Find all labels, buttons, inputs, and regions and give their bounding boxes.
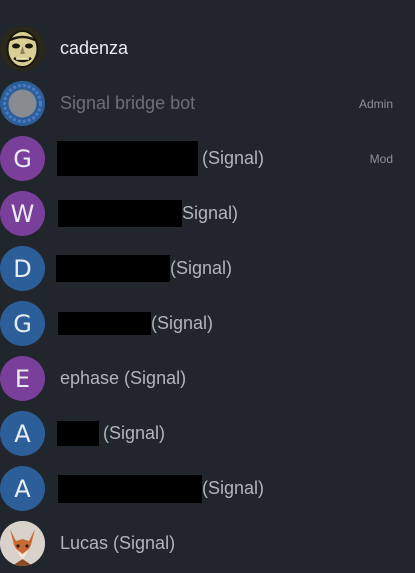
member-name: Signal bridge bot [60,93,196,113]
bot-avatar-icon[interactable] [0,81,45,126]
member-name-suffix: (Signal) [202,478,265,498]
member-avatar[interactable]: A [0,411,45,456]
member-name-suffix: (Signal) [103,423,166,443]
member-row[interactable]: A (Signal) [0,406,415,461]
role-badge-admin: Admin [358,96,393,111]
member-avatar[interactable]: G [0,301,45,346]
member-avatar[interactable]: E [0,356,45,401]
redacted-name-block [58,200,182,227]
redacted-name-block [56,255,170,282]
fox-icon[interactable] [0,521,45,566]
role-badge-mod: Mod [369,151,393,166]
member-name-suffix: Signal) [182,203,239,223]
member-name-suffix: (Signal) [151,313,214,333]
member-avatar[interactable]: W [0,191,45,236]
member-row-ephase[interactable]: E ephase (Signal) [0,351,415,406]
member-avatar[interactable]: D [0,246,45,291]
member-row[interactable]: D (Signal) [0,241,415,296]
redacted-name-block [58,474,202,503]
member-avatar[interactable]: G [0,136,45,181]
member-name: (Signal) [58,461,264,516]
member-name: (Signal) [56,241,232,296]
member-avatar[interactable]: A [0,466,45,511]
member-name: cadenza [60,38,129,58]
member-row-cadenza[interactable]: cadenza [0,21,415,76]
member-name: (Signal) [58,296,213,351]
member-row-signal-bridge-bot[interactable]: Signal bridge bot Admin [0,76,415,131]
member-row[interactable]: W Signal) [0,186,415,241]
member-list: cadenza Signal bridge bot Admin G (Signa… [0,0,415,573]
member-name: (Signal) [57,406,165,461]
member-row[interactable]: G (Signal) [0,296,415,351]
redacted-name-block [58,312,151,335]
mask-face-icon[interactable] [0,26,45,71]
member-name: Signal) [58,186,238,241]
member-row-lucas[interactable]: Lucas (Signal) [0,516,415,571]
redacted-name-block [57,421,99,446]
member-name: ephase (Signal) [60,368,187,388]
member-name: (Signal) [57,131,264,186]
redacted-name-block [57,141,198,176]
member-row[interactable]: A (Signal) [0,461,415,516]
member-row[interactable]: G (Signal) Mod [0,131,415,186]
member-name: Lucas (Signal) [60,533,176,553]
member-name-suffix: (Signal) [202,148,265,168]
member-name-suffix: (Signal) [170,258,233,278]
